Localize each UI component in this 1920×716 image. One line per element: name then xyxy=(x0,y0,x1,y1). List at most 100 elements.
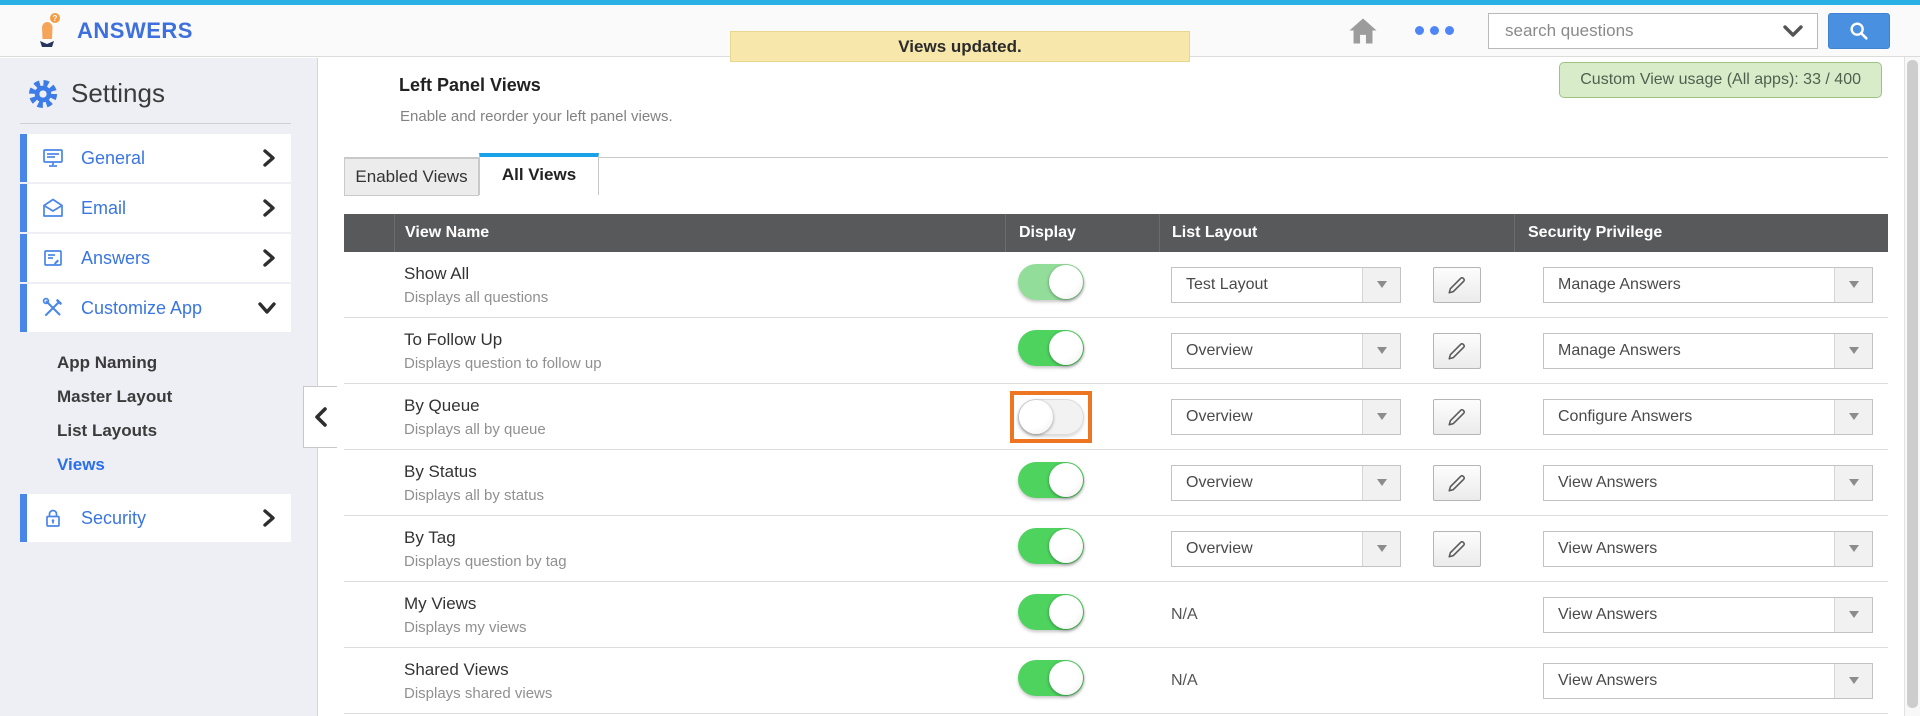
chevron-right-icon xyxy=(261,148,277,168)
dropdown-arrow-icon[interactable] xyxy=(1362,531,1400,566)
edit-layout-button[interactable] xyxy=(1433,332,1482,369)
security-privilege-select[interactable]: View Answers xyxy=(1543,464,1873,501)
view-name: Show All xyxy=(404,263,470,283)
list-layout-na: N/A xyxy=(1171,671,1198,689)
ellipsis-icon xyxy=(1445,26,1454,35)
ellipsis-icon xyxy=(1430,26,1439,35)
gear-icon xyxy=(28,79,58,108)
sidebar-subitem-views[interactable]: Views xyxy=(57,448,317,482)
security-privilege-select[interactable]: View Answers xyxy=(1543,596,1873,633)
ellipsis-icon xyxy=(1415,26,1424,35)
sidebar-subitem-master-layout[interactable]: Master Layout xyxy=(57,380,317,414)
custom-view-usage-badge: Custom View usage (All apps): 33 / 400 xyxy=(1559,62,1882,98)
dropdown-arrow-icon[interactable] xyxy=(1834,399,1872,434)
toggle-highlight-box xyxy=(1018,330,1084,366)
dropdown-arrow-icon[interactable] xyxy=(1834,267,1872,302)
column-header-list-layout: List Layout xyxy=(1159,214,1514,252)
display-toggle[interactable] xyxy=(1018,462,1084,498)
tab-all-views[interactable]: All Views xyxy=(479,153,599,195)
security-privilege-select[interactable]: Manage Answers xyxy=(1543,266,1873,303)
dropdown-arrow-icon[interactable] xyxy=(1834,597,1872,632)
top-accent-strip xyxy=(0,0,1920,5)
home-button[interactable] xyxy=(1345,14,1381,48)
view-name: To Follow Up xyxy=(404,329,503,349)
sidebar-item-customize-app[interactable]: Customize App xyxy=(20,284,291,332)
column-header-security-privilege: Security Privilege xyxy=(1514,214,1888,252)
table-row: To Follow Up Displays question to follow… xyxy=(344,318,1888,384)
sidebar-collapse-button[interactable] xyxy=(303,386,337,448)
toggle-knob xyxy=(1049,331,1083,365)
list-layout-select[interactable]: Overview xyxy=(1171,530,1401,567)
display-toggle[interactable] xyxy=(1018,330,1084,366)
sidebar-item-email[interactable]: Email xyxy=(20,184,291,232)
security-privilege-select[interactable]: View Answers xyxy=(1543,662,1873,699)
view-description: Displays all by queue xyxy=(404,420,546,438)
sidebar-item-label: Customize App xyxy=(81,297,203,318)
display-toggle[interactable] xyxy=(1018,594,1084,630)
brand[interactable]: ? ANSWERS xyxy=(34,12,193,49)
security-privilege-value: Manage Answers xyxy=(1558,275,1681,293)
tab-enabled-views[interactable]: Enabled Views xyxy=(344,158,479,196)
security-privilege-select[interactable]: Manage Answers xyxy=(1543,332,1873,369)
edit-layout-button[interactable] xyxy=(1433,530,1482,567)
search-button[interactable] xyxy=(1828,12,1890,49)
view-description: Displays question by tag xyxy=(404,552,567,570)
list-layout-value: Overview xyxy=(1186,341,1253,359)
table-row: Show All Displays all questions Test Lay… xyxy=(344,252,1888,318)
list-layout-select[interactable]: Overview xyxy=(1171,332,1401,369)
list-layout-select[interactable]: Overview xyxy=(1171,464,1401,501)
sidebar-subitem-app-naming[interactable]: App Naming xyxy=(57,346,317,380)
dropdown-arrow-icon[interactable] xyxy=(1362,267,1400,302)
dropdown-arrow-icon[interactable] xyxy=(1834,465,1872,500)
view-tabs: Enabled Views All Views xyxy=(344,153,1888,196)
dropdown-arrow-icon[interactable] xyxy=(1362,399,1400,434)
tools-icon xyxy=(41,296,65,320)
search-input[interactable] xyxy=(1489,20,1769,41)
notification-banner: Views updated. xyxy=(730,31,1190,62)
pencil-icon xyxy=(1448,540,1466,558)
dropdown-arrow-icon[interactable] xyxy=(1362,465,1400,500)
table-row: My Views Displays my views N/A View Answ… xyxy=(344,582,1888,648)
sidebar-subitem-list-layouts[interactable]: List Layouts xyxy=(57,414,317,448)
svg-text:?: ? xyxy=(53,14,58,23)
edit-layout-button[interactable] xyxy=(1433,266,1482,303)
security-privilege-select[interactable]: View Answers xyxy=(1543,530,1873,567)
security-privilege-select[interactable]: Configure Answers xyxy=(1543,398,1873,435)
view-name: By Queue xyxy=(404,395,480,415)
search-icon xyxy=(1850,21,1868,40)
settings-header: Settings xyxy=(28,78,317,109)
display-toggle[interactable] xyxy=(1018,660,1084,696)
dropdown-arrow-icon[interactable] xyxy=(1834,333,1872,368)
brand-name: ANSWERS xyxy=(77,17,193,43)
sidebar-divider xyxy=(20,123,291,124)
more-options-button[interactable] xyxy=(1413,20,1456,41)
search-scope-dropdown[interactable] xyxy=(1769,14,1817,48)
sidebar-item-security[interactable]: Security xyxy=(20,494,291,542)
pencil-icon xyxy=(1448,276,1466,294)
display-toggle[interactable] xyxy=(1018,528,1084,564)
dropdown-arrow-icon[interactable] xyxy=(1834,663,1872,698)
edit-layout-button[interactable] xyxy=(1433,398,1482,435)
column-header-handle xyxy=(344,214,394,252)
scrollbar-thumb[interactable] xyxy=(1907,60,1918,708)
column-header-view-name: View Name xyxy=(394,214,1005,252)
pencil-icon xyxy=(1448,342,1466,360)
vertical-scrollbar[interactable] xyxy=(1904,57,1920,716)
sidebar-item-label: Email xyxy=(81,197,127,218)
list-layout-select[interactable]: Overview xyxy=(1171,398,1401,435)
dropdown-arrow-icon[interactable] xyxy=(1834,531,1872,566)
sidebar-item-general[interactable]: General xyxy=(20,134,291,182)
chevron-left-icon xyxy=(314,407,327,427)
toggle-highlight-box xyxy=(1018,660,1084,696)
edit-layout-button[interactable] xyxy=(1433,464,1482,501)
table-row: By Status Displays all by status Overvie… xyxy=(344,450,1888,516)
display-toggle[interactable] xyxy=(1018,264,1084,300)
sidebar-item-answers[interactable]: Answers xyxy=(20,234,291,282)
monitor-icon xyxy=(41,146,65,170)
list-layout-select[interactable]: Test Layout xyxy=(1171,266,1401,303)
dropdown-arrow-icon[interactable] xyxy=(1362,333,1400,368)
toggle-highlight-box xyxy=(1018,264,1084,300)
display-toggle[interactable] xyxy=(1018,398,1084,435)
envelope-icon xyxy=(41,196,65,220)
chevron-right-icon xyxy=(261,198,277,218)
